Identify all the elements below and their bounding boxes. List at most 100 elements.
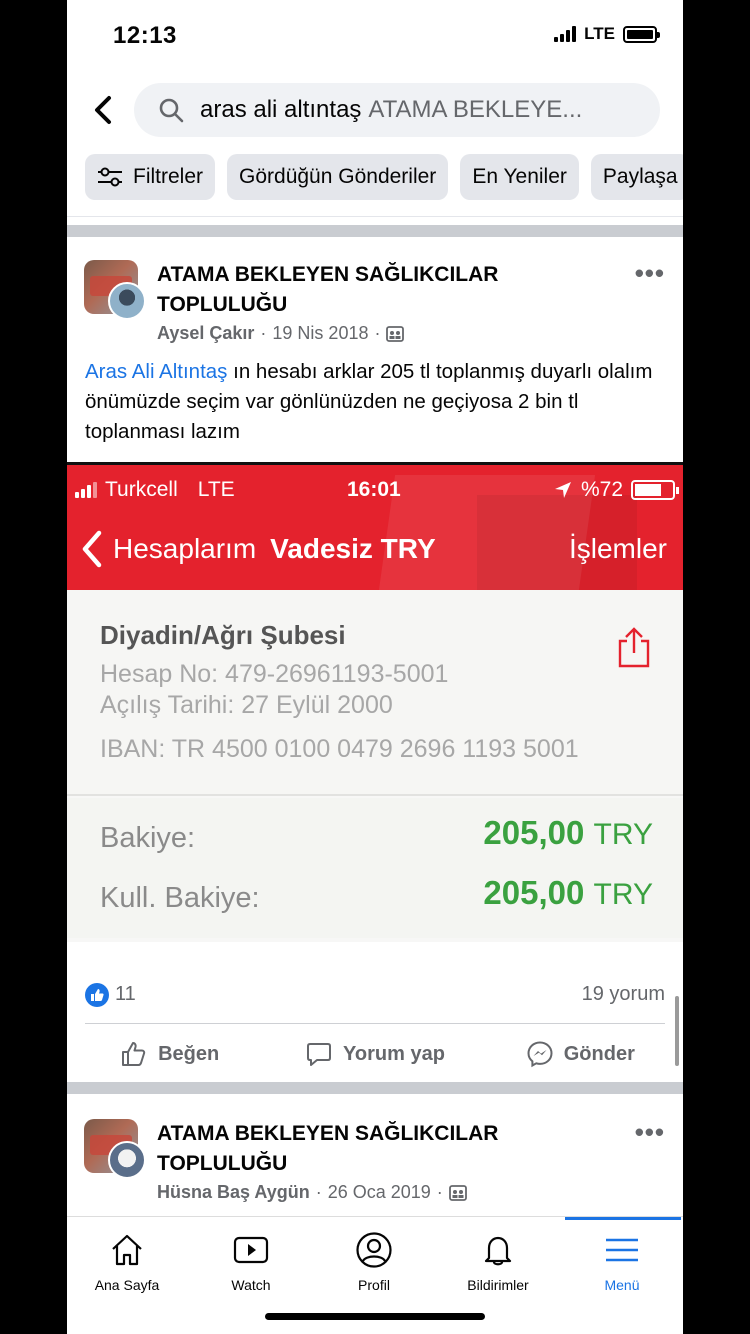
avatar	[108, 282, 146, 320]
seen-posts-chip-label: Gördüğün Gönderiler	[239, 165, 437, 188]
meta-separator: ·	[260, 323, 267, 343]
tab-notifications[interactable]: Bildirimler	[443, 1231, 553, 1293]
bank-back-label: Hesaplarım	[113, 533, 257, 564]
bell-icon	[484, 1236, 512, 1266]
iban: IBAN: TR 4500 0100 0479 2696 1193 5001	[100, 735, 579, 763]
feed-separator	[67, 225, 683, 237]
available-currency: TRY	[593, 878, 653, 911]
post-meta: Hüsna Baş Aygün · 26 Oca 2019 ·	[157, 1182, 467, 1203]
group-name[interactable]: ATAMA BEKLEYEN SAĞLIKCILAR TOPLULUĞU	[157, 260, 577, 320]
chevron-left-icon	[82, 530, 102, 568]
actions-divider	[85, 1023, 665, 1024]
search-scope: ATAMA BEKLEYE...	[368, 96, 583, 123]
header-divider	[67, 216, 683, 217]
tab-notifications-label: Bildirimler	[467, 1277, 529, 1293]
account-number: Hesap No: 479-26961193-5001	[100, 660, 449, 688]
battery-percent: %72	[580, 478, 623, 501]
group-avatar[interactable]	[84, 1119, 146, 1181]
tab-home[interactable]: Ana Sayfa	[72, 1231, 182, 1293]
tab-profile[interactable]: Profil	[319, 1231, 429, 1293]
opening-date: Açılış Tarihi: 27 Eylül 2000	[100, 691, 393, 719]
home-indicator[interactable]	[265, 1313, 485, 1320]
reaction-count[interactable]: 11	[115, 983, 136, 1006]
signal-icon	[554, 26, 577, 42]
search-input[interactable]: aras ali altıntaş ATAMA BEKLEYE...	[134, 83, 660, 137]
tab-watch[interactable]: Watch	[196, 1231, 306, 1293]
filter-chips: Filtreler Gördüğün Gönderiler En Yeniler…	[85, 154, 683, 200]
menu-icon	[606, 1238, 638, 1262]
signal-icon	[75, 482, 97, 498]
active-tab-indicator	[565, 1217, 681, 1220]
thumbs-up-icon	[122, 1042, 146, 1066]
balance-currency: TRY	[593, 818, 653, 851]
shared-chip[interactable]: Paylaşa	[590, 154, 683, 200]
tab-menu[interactable]: Menü	[567, 1231, 677, 1293]
bank-time: 16:01	[347, 478, 401, 501]
send-button[interactable]: Gönder	[478, 1034, 683, 1074]
comment-button[interactable]: Yorum yap	[272, 1034, 477, 1074]
location-arrow-icon	[554, 482, 571, 498]
sliders-icon	[98, 167, 122, 187]
share-icon	[618, 627, 650, 668]
account-card: Diyadin/Ağrı Şubesi Hesap No: 479-269611…	[67, 590, 683, 796]
watch-icon	[233, 1236, 269, 1264]
bank-status-bar: Turkcell LTE 16:01 %72	[75, 475, 679, 505]
bank-title: Vadesiz TRY	[270, 533, 436, 564]
bank-nav: Hesaplarım Vadesiz TRY İşlemler	[79, 527, 667, 571]
meta-separator: ·	[374, 323, 381, 343]
search-icon	[159, 98, 184, 123]
more-options-icon[interactable]: •••	[635, 258, 665, 289]
send-label: Gönder	[563, 1042, 635, 1065]
post-date[interactable]: 19 Nis 2018	[272, 323, 368, 344]
most-recent-chip-label: En Yeniler	[472, 165, 567, 188]
group-avatar[interactable]	[84, 260, 146, 322]
comment-label: Yorum yap	[343, 1042, 445, 1065]
balance-amount: 205,00	[483, 814, 585, 851]
profile-icon	[356, 1232, 392, 1268]
mention-link[interactable]: Aras Ali Altıntaş	[85, 360, 227, 383]
battery-icon	[623, 25, 660, 43]
comment-count[interactable]: 19 yorum	[582, 983, 665, 1006]
feed-separator	[67, 1082, 683, 1094]
filters-chip-label: Filtreler	[133, 165, 204, 188]
messenger-icon	[527, 1041, 553, 1068]
author-name[interactable]: Aysel Çakır	[157, 323, 254, 344]
seen-posts-chip[interactable]: Gördüğün Gönderiler	[227, 154, 449, 200]
status-time: 12:13	[113, 22, 177, 49]
like-button[interactable]: Beğen	[67, 1034, 272, 1074]
tab-profile-label: Profil	[358, 1277, 390, 1293]
author-name[interactable]: Hüsna Baş Aygün	[157, 1182, 310, 1203]
most-recent-chip[interactable]: En Yeniler	[460, 154, 579, 200]
search-header: aras ali altıntaş ATAMA BEKLEYE...	[67, 83, 683, 137]
tab-watch-label: Watch	[231, 1277, 271, 1293]
tab-menu-label: Menü	[604, 1277, 640, 1293]
more-options-icon[interactable]: •••	[635, 1117, 665, 1148]
chevron-left-icon	[95, 96, 111, 124]
meta-separator: ·	[436, 1182, 443, 1202]
group-privacy-icon	[386, 325, 405, 342]
like-label: Beğen	[158, 1042, 220, 1065]
left-letterbox	[0, 0, 67, 1334]
post-actions: Beğen Yorum yap Gönder	[67, 1034, 683, 1074]
right-letterbox	[683, 0, 750, 1334]
balance-label: Bakiye:	[100, 822, 196, 854]
post-date[interactable]: 26 Oca 2019	[328, 1182, 431, 1203]
back-button[interactable]	[89, 93, 117, 127]
group-name[interactable]: ATAMA BEKLEYEN SAĞLIKCILAR TOPLULUĞU	[157, 1119, 577, 1179]
shared-chip-label: Paylaşa	[602, 165, 678, 188]
post-meta: Aysel Çakır · 19 Nis 2018 ·	[157, 323, 405, 344]
home-icon	[112, 1234, 142, 1266]
filters-chip[interactable]: Filtreler	[85, 154, 216, 200]
avatar	[108, 1141, 146, 1179]
comment-icon	[307, 1043, 332, 1066]
scrollbar[interactable]	[675, 996, 679, 1066]
available-balance-label: Kull. Bakiye:	[100, 882, 260, 914]
bank-network-label: LTE	[197, 478, 235, 501]
like-reaction-icon[interactable]	[85, 983, 109, 1007]
post-photo[interactable]: Turkcell LTE 16:01 %72 Hesaplarım Vadesi…	[67, 462, 683, 942]
balance-value: 205,00 TRY	[483, 814, 653, 852]
balance-section: Bakiye: 205,00 TRY Kull. Bakiye: 205,00 …	[67, 798, 683, 938]
phone-screen: 12:13 LTE aras ali altıntaş ATAMA BEKLEY…	[67, 0, 683, 1334]
status-bar: 12:13 LTE	[67, 0, 683, 72]
battery-icon	[631, 480, 679, 500]
